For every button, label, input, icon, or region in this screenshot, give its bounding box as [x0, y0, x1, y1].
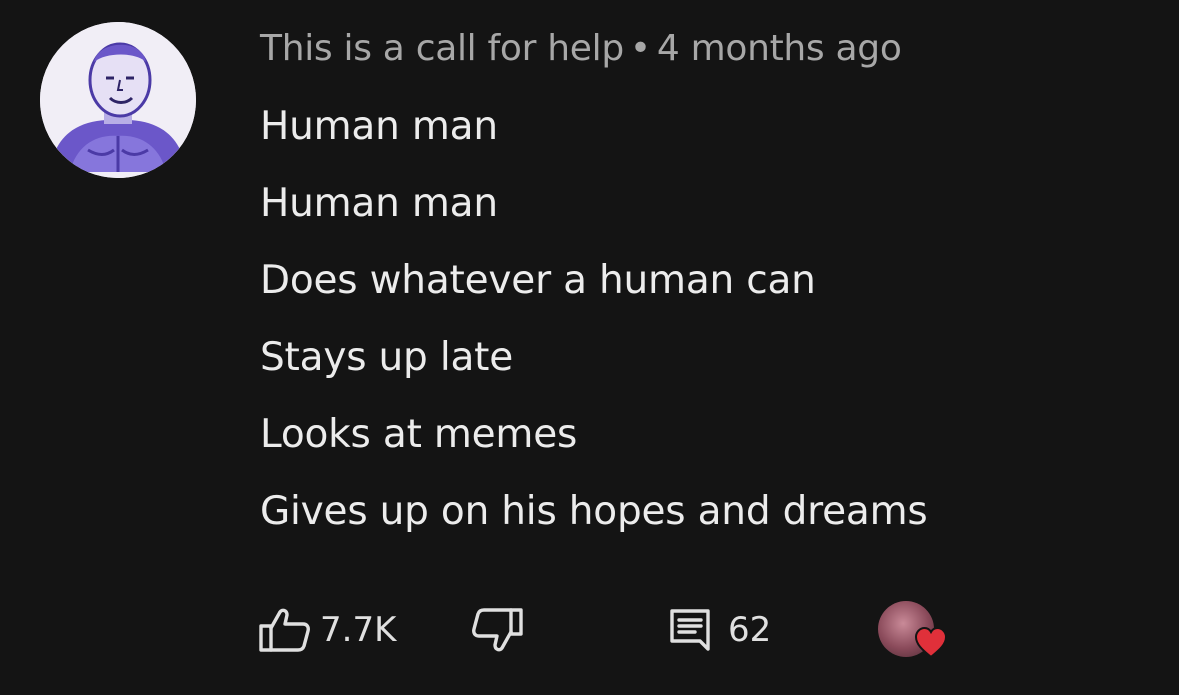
dislike-button[interactable]: [470, 598, 524, 662]
like-count: 7.7K: [320, 610, 397, 650]
avatar-illustration: [40, 22, 196, 178]
comment-line: Does whatever a human can: [260, 258, 816, 303]
comment-line: Human man: [260, 181, 498, 226]
author-name[interactable]: This is a call for help: [260, 28, 624, 69]
comment-meta: This is a call for help • 4 months ago: [260, 28, 902, 69]
reply-count: 62: [728, 610, 772, 650]
comment-line: Gives up on his hopes and dreams: [260, 489, 928, 534]
creator-heart[interactable]: [874, 598, 952, 662]
thumbs-up-icon: [259, 608, 310, 652]
replies-button[interactable]: 62: [668, 598, 771, 662]
avatar[interactable]: [40, 22, 196, 178]
comment-actions: 7.7K 62: [258, 598, 1158, 662]
comment-icon: [670, 609, 710, 651]
timestamp[interactable]: 4 months ago: [657, 28, 902, 69]
like-button[interactable]: 7.7K: [258, 598, 396, 662]
comment-text: Human man Human man Does whatever a huma…: [260, 98, 928, 560]
thumbs-down-icon: [472, 608, 523, 652]
comment: This is a call for help • 4 months ago Hum…: [0, 0, 1179, 695]
comment-line: Looks at memes: [260, 412, 578, 457]
meta-separator: •: [629, 28, 651, 69]
heart-icon: [914, 626, 948, 659]
comment-line: Stays up late: [260, 335, 514, 380]
comment-line: Human man: [260, 104, 498, 149]
